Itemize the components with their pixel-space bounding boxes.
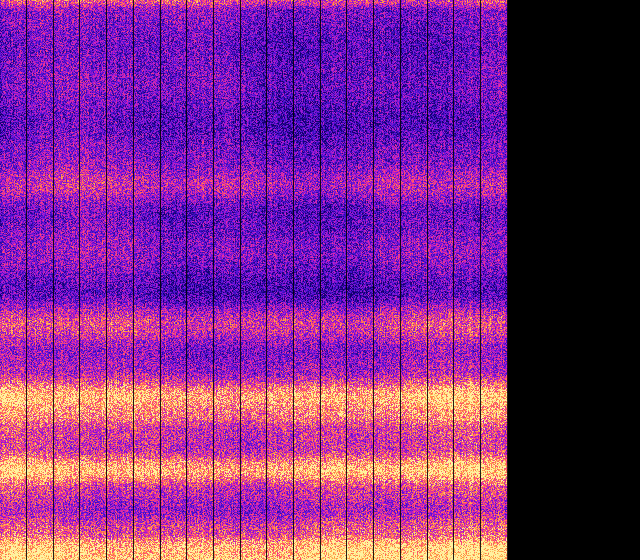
spectrogram-view bbox=[0, 0, 640, 560]
spectrogram-heatmap bbox=[0, 0, 508, 560]
empty-margin bbox=[508, 0, 640, 560]
spectrogram-panel bbox=[0, 0, 508, 560]
